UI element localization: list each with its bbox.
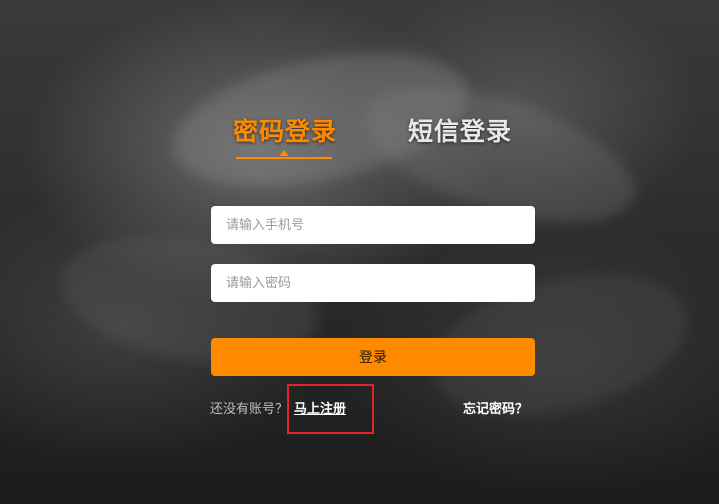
- no-account-text: 还没有账号？: [210, 402, 289, 417]
- login-tabs: 密码登录 短信登录: [0, 112, 719, 172]
- login-button[interactable]: 登录: [211, 338, 535, 376]
- highlight-box: [287, 384, 374, 434]
- phone-input[interactable]: [211, 206, 535, 244]
- forgot-password-link[interactable]: 忘记密码？: [463, 398, 528, 417]
- active-tab-underline: [236, 157, 332, 159]
- tab-password-login[interactable]: 密码登录: [233, 112, 337, 148]
- active-tab-caret-icon: [279, 150, 289, 156]
- login-page: 密码登录 短信登录 登录 还没有账号？ 马上注册 忘记密码？: [0, 0, 719, 504]
- tab-sms-login[interactable]: 短信登录: [408, 112, 512, 148]
- password-input[interactable]: [211, 264, 535, 302]
